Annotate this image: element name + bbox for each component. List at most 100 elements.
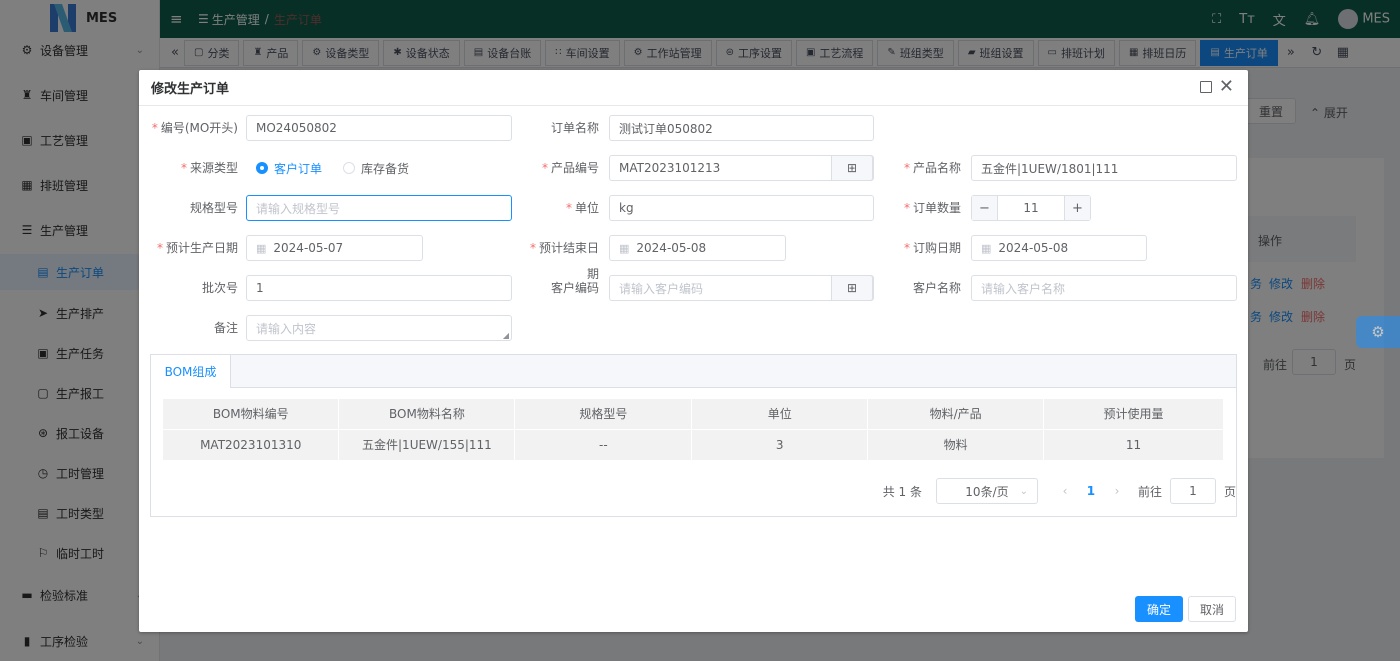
input-placeholder: 请输入内容 [256, 321, 317, 336]
goto-page-input[interactable]: 1 [1169, 478, 1216, 504]
input-placeholder: 请输入规格型号 [256, 201, 341, 216]
product-name-input[interactable]: 五金件|1UEW/1801|111 [971, 155, 1237, 181]
column-header: 预计使用量 [1043, 399, 1224, 429]
column-header: BOM物料名称 [338, 399, 516, 429]
calendar-icon: ▦ [256, 241, 267, 255]
button-label: 取消 [1199, 602, 1224, 617]
label-text: 订单数量 [912, 201, 961, 215]
input-placeholder: 请输入客户编码 [619, 281, 704, 296]
plan-end-date-picker[interactable]: ▦ 2024-05-08 [609, 235, 786, 261]
bom-table: BOM物料编号 BOM物料名称 规格型号 单位 物料/产品 预计使用量 MAT2… [163, 399, 1224, 460]
page-size-select[interactable]: 10条/页 ⌄ [935, 478, 1038, 504]
table-cell: 物料 [867, 428, 1045, 460]
chevron-down-icon: ⌄ [1019, 485, 1028, 497]
edit-order-dialog: 修改生产订单 ✕ * 编号(MO开头) MO24050802 订单名称 测试订单0… [139, 70, 1248, 632]
button-label: 确定 [1146, 602, 1171, 617]
label-text: 产品名称 [912, 161, 961, 175]
prev-page-icon[interactable]: ‹ [1052, 484, 1078, 498]
unit-input[interactable]: kg [609, 195, 874, 221]
pagination: 共 1 条 10条/页 ⌄ ‹ 1 › 前往 1 页 [883, 478, 1236, 504]
input-value: MO24050802 [256, 121, 337, 135]
bom-tabs: BOM组成 BOM物料编号 BOM物料名称 规格型号 单位 物料/产品 预计使用… [150, 354, 1237, 517]
input-value: 五金件|1UEW/1801|111 [981, 161, 1119, 176]
code-label: * 编号(MO开头) [151, 121, 238, 135]
batch-input[interactable]: 1 [246, 275, 512, 301]
input-value: 2024-05-07 [273, 241, 344, 255]
radio-label: 库存备货 [361, 161, 410, 176]
plan-start-date-picker[interactable]: ▦ 2024-05-07 [246, 235, 423, 261]
select-product-icon[interactable]: ⊞ [831, 155, 873, 181]
batch-label: 批次号 [149, 275, 238, 301]
customer-code-input[interactable]: 请输入客户编码 ⊞ [609, 275, 874, 301]
input-value: 2024-05-08 [636, 241, 707, 255]
source-radio-stock[interactable]: 库存备货 [343, 155, 409, 181]
calendar-icon: ▦ [619, 241, 630, 255]
customer-code-label: 客户编码 [519, 275, 599, 301]
label-text: 订购日期 [912, 241, 961, 255]
settings-gear-icon[interactable]: ⚙ [1356, 316, 1400, 348]
unit-label: * 单位 [565, 201, 599, 215]
page-number-current[interactable]: 1 [1078, 484, 1104, 498]
label-text: 客户编码 [550, 281, 599, 295]
resize-handle-icon[interactable]: ◢ [503, 331, 509, 340]
confirm-button[interactable]: 确定 [1135, 596, 1183, 622]
table-cell: 五金件|1UEW/155|111 [338, 428, 516, 460]
maximize-icon[interactable] [1200, 81, 1212, 93]
remark-textarea[interactable]: 请输入内容 ◢ [246, 315, 512, 341]
next-page-icon[interactable]: › [1104, 484, 1130, 498]
order-name-input[interactable]: 测试订单050802 [609, 115, 874, 141]
plan-end-label: * 预计结束日期 [529, 241, 599, 281]
label-text: 备注 [213, 321, 238, 335]
table-cell: -- [514, 428, 693, 460]
input-value: 测试订单050802 [619, 121, 713, 136]
label-text: 订单名称 [550, 121, 599, 135]
spec-input[interactable]: 请输入规格型号 [246, 195, 512, 221]
select-customer-icon[interactable]: ⊞ [831, 275, 873, 301]
quantity-value: 11 [1023, 201, 1039, 215]
goto-page-value: 1 [1189, 484, 1197, 498]
tab-bom[interactable]: BOM组成 [151, 355, 231, 388]
table-header-row: BOM物料编号 BOM物料名称 规格型号 单位 物料/产品 预计使用量 [163, 399, 1224, 429]
plan-start-label: * 预计生产日期 [156, 241, 238, 255]
product-code-input[interactable]: MAT2023101213 ⊞ [609, 155, 874, 181]
product-code-label: * 产品编号 [541, 161, 599, 175]
plus-icon[interactable]: + [1064, 196, 1090, 220]
customer-name-label: 客户名称 [879, 275, 961, 301]
input-value: kg [619, 201, 634, 215]
minus-icon[interactable]: − [972, 196, 998, 220]
calendar-icon: ▦ [981, 241, 992, 255]
label-text: 来源类型 [189, 161, 238, 175]
product-name-label: * 产品名称 [903, 161, 961, 175]
input-value: 2024-05-08 [998, 241, 1069, 255]
radio-unchecked-icon [343, 162, 355, 174]
tab-label: BOM组成 [164, 365, 217, 379]
column-header: 单位 [691, 399, 869, 429]
source-type-label: * 来源类型 [180, 161, 238, 175]
table-cell: MAT2023101310 [163, 428, 340, 460]
order-date-picker[interactable]: ▦ 2024-05-08 [971, 235, 1147, 261]
radio-label: 客户订单 [274, 161, 323, 176]
column-header: BOM物料编号 [163, 399, 340, 429]
source-radio-customer[interactable]: 客户订单 [256, 155, 322, 181]
label-text: 批次号 [201, 281, 238, 295]
label-text: 产品编号 [550, 161, 599, 175]
tabs-header: BOM组成 [151, 355, 1236, 388]
order-date-label: * 订购日期 [903, 241, 961, 255]
cancel-button[interactable]: 取消 [1188, 596, 1236, 622]
code-input[interactable]: MO24050802 [246, 115, 512, 141]
customer-name-input[interactable]: 请输入客户名称 [971, 275, 1237, 301]
quantity-stepper[interactable]: − 11 + [971, 195, 1091, 221]
spec-label: 规格型号 [149, 195, 238, 221]
total-count: 共 1 条 [882, 484, 922, 499]
goto-label: 前往 [1137, 484, 1162, 499]
input-value: MAT2023101213 [619, 161, 721, 175]
table-cell: 3 [691, 428, 869, 460]
page-unit: 页 [1223, 484, 1236, 499]
page-size-value: 10条/页 [965, 484, 1009, 499]
table-row[interactable]: MAT2023101310 五金件|1UEW/155|111 -- 3 物料 1… [163, 428, 1224, 460]
remark-label: 备注 [149, 315, 238, 341]
column-header: 物料/产品 [867, 399, 1045, 429]
close-icon[interactable]: ✕ [1219, 76, 1234, 98]
label-text: 规格型号 [189, 201, 238, 215]
dialog-title: 修改生产订单 [151, 82, 230, 97]
